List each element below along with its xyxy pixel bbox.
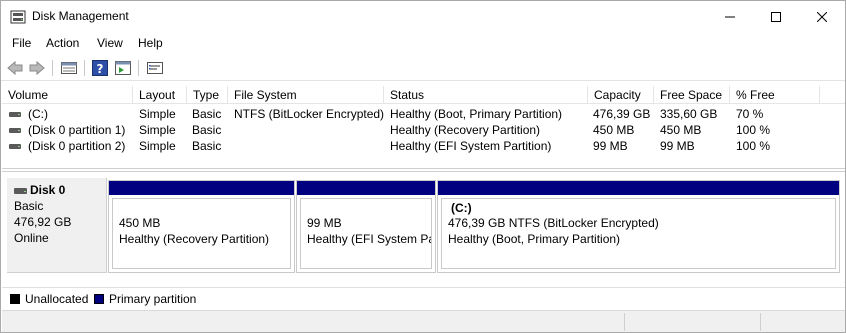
- legend: Unallocated Primary partition: [2, 287, 845, 309]
- volume-disk-icon: [9, 128, 21, 133]
- column-header-file-system[interactable]: File System: [228, 86, 384, 104]
- volume-status: Healthy (Boot, Primary Partition): [390, 107, 563, 121]
- partition-size: 476,39 GB NTFS (BitLocker Encrypted): [448, 216, 659, 230]
- partition-recovery[interactable]: 450 MB Healthy (Recovery Partition): [108, 180, 295, 273]
- toolbar-separator: [84, 60, 85, 76]
- volume-list-header: Volume Layout Type File System Status Ca…: [2, 86, 845, 104]
- volume-type: Basic: [192, 139, 222, 153]
- disk-graphical-view: Disk 0 Basic 476,92 GB Online 450 MB Hea…: [2, 173, 845, 284]
- disk-size: 476,92 GB: [14, 215, 72, 229]
- volume-percent-free: 100 %: [736, 139, 771, 153]
- disk-type: Basic: [14, 199, 44, 213]
- unallocated-swatch: [10, 294, 20, 304]
- primary-partition-bar: [438, 181, 839, 195]
- volume-capacity: 476,39 GB: [593, 107, 651, 121]
- column-header-percent-free[interactable]: % Free: [730, 86, 820, 104]
- volume-name: (C:): [28, 107, 48, 121]
- window-title: Disk Management: [32, 9, 129, 23]
- disk-list-icon[interactable]: [60, 59, 78, 77]
- partition-size: 99 MB: [307, 216, 342, 230]
- volume-layout: Simple: [139, 123, 176, 137]
- volume-status: Healthy (EFI System Partition): [390, 139, 552, 153]
- disk-state: Online: [14, 231, 49, 245]
- partition-status: Healthy (Boot, Primary Partition): [448, 232, 621, 246]
- column-header-layout[interactable]: Layout: [133, 86, 187, 104]
- legend-unallocated: Unallocated: [25, 292, 89, 306]
- volume-capacity: 450 MB: [593, 123, 635, 137]
- primary-partition-bar: [109, 181, 294, 195]
- column-header-free-space[interactable]: Free Space: [654, 86, 730, 104]
- volume-layout: Simple: [139, 107, 176, 121]
- maximize-button[interactable]: [753, 1, 799, 32]
- pane-splitter-line: [2, 171, 845, 172]
- partition-size: 450 MB: [119, 216, 161, 230]
- volume-type: Basic: [192, 123, 222, 137]
- menu-file[interactable]: File: [12, 36, 31, 50]
- menu-help[interactable]: Help: [138, 36, 163, 50]
- volume-free-space: 99 MB: [660, 139, 695, 153]
- close-icon: [817, 11, 827, 22]
- pane-splitter[interactable]: [2, 168, 845, 169]
- toolbar-separator: [138, 60, 139, 76]
- disk-management-window: Disk Management File Action View Help ? …: [0, 0, 846, 333]
- volume-type: Basic: [192, 107, 222, 121]
- title-bar: Disk Management: [1, 1, 845, 32]
- forward-arrow-icon[interactable]: [28, 59, 46, 77]
- table-row[interactable]: (Disk 0 partition 2) Simple Basic Health…: [2, 138, 845, 154]
- partition-title: (C:): [451, 201, 472, 215]
- status-bar-separator: [624, 313, 625, 331]
- disk-icon: [14, 188, 27, 194]
- disk-name: Disk 0: [30, 183, 66, 197]
- menu-view[interactable]: View: [97, 36, 123, 50]
- volume-free-space: 450 MB: [660, 123, 702, 137]
- volume-disk-icon: [9, 144, 21, 149]
- volume-layout: Simple: [139, 139, 176, 153]
- svg-text:?: ?: [97, 62, 104, 76]
- partition-status: Healthy (EFI System Par: [307, 232, 431, 246]
- minimize-icon: [725, 16, 735, 17]
- legend-primary-partition: Primary partition: [109, 292, 197, 306]
- partition-content: 99 MB Healthy (EFI System Par: [300, 198, 432, 269]
- status-bar-separator: [760, 313, 761, 331]
- partition-content: (C:) 476,39 GB NTFS (BitLocker Encrypted…: [441, 198, 836, 269]
- partition-status: Healthy (Recovery Partition): [119, 232, 270, 246]
- partition-c[interactable]: (C:) 476,39 GB NTFS (BitLocker Encrypted…: [437, 180, 840, 273]
- menu-action[interactable]: Action: [46, 36, 79, 50]
- properties-icon[interactable]: [114, 59, 132, 77]
- close-button[interactable]: [799, 1, 845, 32]
- volume-file-system: NTFS (BitLocker Encrypted): [234, 107, 385, 121]
- partition-content: 450 MB Healthy (Recovery Partition): [112, 198, 291, 269]
- table-row[interactable]: (C:) Simple Basic NTFS (BitLocker Encryp…: [2, 106, 845, 122]
- volume-name: (Disk 0 partition 1): [28, 123, 126, 137]
- volume-disk-icon: [9, 112, 21, 117]
- disk-management-app-icon: [10, 10, 26, 24]
- volume-name: (Disk 0 partition 2): [28, 139, 126, 153]
- primary-partition-swatch: [94, 294, 104, 304]
- primary-partition-bar: [297, 181, 435, 195]
- column-header-capacity[interactable]: Capacity: [588, 86, 654, 104]
- table-row[interactable]: (Disk 0 partition 1) Simple Basic Health…: [2, 122, 845, 138]
- column-header-status[interactable]: Status: [384, 86, 588, 104]
- status-bar: [2, 310, 845, 332]
- minimize-button[interactable]: [707, 1, 753, 32]
- menu-bar: File Action View Help: [1, 33, 845, 53]
- toolbar: ?: [1, 55, 845, 81]
- column-header-volume[interactable]: Volume: [2, 86, 133, 104]
- volume-free-space: 335,60 GB: [660, 107, 718, 121]
- volume-capacity: 99 MB: [593, 139, 628, 153]
- partition-efi[interactable]: 99 MB Healthy (EFI System Par: [296, 180, 436, 273]
- volume-percent-free: 70 %: [736, 107, 764, 121]
- back-arrow-icon[interactable]: [6, 59, 24, 77]
- column-header-type[interactable]: Type: [187, 86, 228, 104]
- maximize-icon: [771, 11, 781, 22]
- settings-list-icon[interactable]: [146, 59, 164, 77]
- volume-percent-free: 100 %: [736, 123, 771, 137]
- help-icon[interactable]: ?: [91, 59, 109, 77]
- disk-0-info[interactable]: Disk 0 Basic 476,92 GB Online: [7, 178, 107, 273]
- volume-list: Volume Layout Type File System Status Ca…: [2, 86, 845, 168]
- toolbar-separator: [52, 60, 53, 76]
- volume-status: Healthy (Recovery Partition): [390, 123, 541, 137]
